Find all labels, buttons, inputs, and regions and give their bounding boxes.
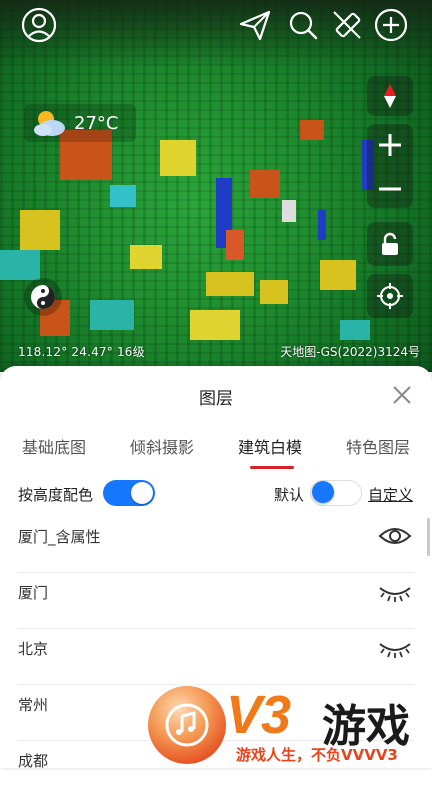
lock-button[interactable]: [367, 222, 413, 266]
user-icon[interactable]: [20, 6, 58, 44]
send-icon[interactable]: [236, 6, 274, 44]
lock-icon: [380, 232, 400, 256]
color-options-row: 按高度配色 默认 自定义: [0, 480, 432, 510]
zoom-control: [367, 124, 413, 208]
eye-closed-icon[interactable]: [378, 636, 412, 660]
layer-name: 厦门: [18, 584, 49, 602]
active-tab-indicator: [250, 466, 294, 469]
measure-icon[interactable]: [328, 6, 366, 44]
panel-title: 图层: [199, 389, 233, 409]
zoom-out-icon[interactable]: [377, 176, 403, 202]
tab-featured[interactable]: 特色图层: [346, 434, 410, 458]
map-view[interactable]: 27°C 118.12° 24.47° 16级 天地图-GS(2022)3124…: [0, 0, 432, 372]
close-icon[interactable]: [391, 384, 413, 406]
compass-button[interactable]: [367, 76, 413, 116]
layer-name: 常州: [18, 696, 49, 714]
map-attribution: 天地图-GS(2022)3124号: [280, 345, 420, 359]
default-label: 默认: [274, 486, 305, 504]
layer-row[interactable]: 北京: [18, 628, 414, 685]
layer-name: 北京: [18, 640, 49, 658]
eye-closed-icon[interactable]: [378, 580, 412, 604]
watermark-logo: [148, 686, 226, 764]
custom-link[interactable]: 自定义: [368, 484, 413, 505]
panel-scrollbar[interactable]: [427, 518, 430, 556]
locate-icon: [376, 281, 404, 311]
layer-tabs: 基础底图 倾斜摄影 建筑白模 特色图层: [0, 434, 432, 464]
watermark-brand: V3: [226, 685, 291, 745]
weather-temperature: 27°C: [74, 112, 119, 134]
map-coordinates: 118.12° 24.47° 16级: [18, 345, 145, 359]
search-icon[interactable]: [284, 6, 322, 44]
watermark-slogan: 游戏人生，不负VVVV3: [236, 746, 398, 764]
yin-yang-icon[interactable]: [24, 278, 62, 316]
layer-row[interactable]: 厦门: [18, 572, 414, 629]
add-icon[interactable]: [372, 6, 410, 44]
eye-icon[interactable]: [378, 524, 412, 548]
map-top-bar: [0, 0, 432, 52]
weather-widget[interactable]: 27°C: [24, 104, 136, 142]
height-color-label: 按高度配色: [18, 486, 94, 504]
tab-buildings[interactable]: 建筑白模: [238, 434, 302, 458]
height-color-toggle[interactable]: [103, 480, 155, 506]
compass-icon: [380, 82, 400, 110]
zoom-in-icon[interactable]: [377, 132, 403, 158]
layer-name: 厦门_含属性: [18, 528, 101, 546]
default-toggle[interactable]: [310, 480, 362, 506]
locate-button[interactable]: [367, 274, 413, 318]
tab-oblique[interactable]: 倾斜摄影: [130, 434, 194, 458]
layer-row[interactable]: 厦门_含属性: [18, 516, 414, 573]
tab-basemap[interactable]: 基础底图: [22, 434, 86, 458]
weather-cloud-icon: [30, 108, 68, 138]
